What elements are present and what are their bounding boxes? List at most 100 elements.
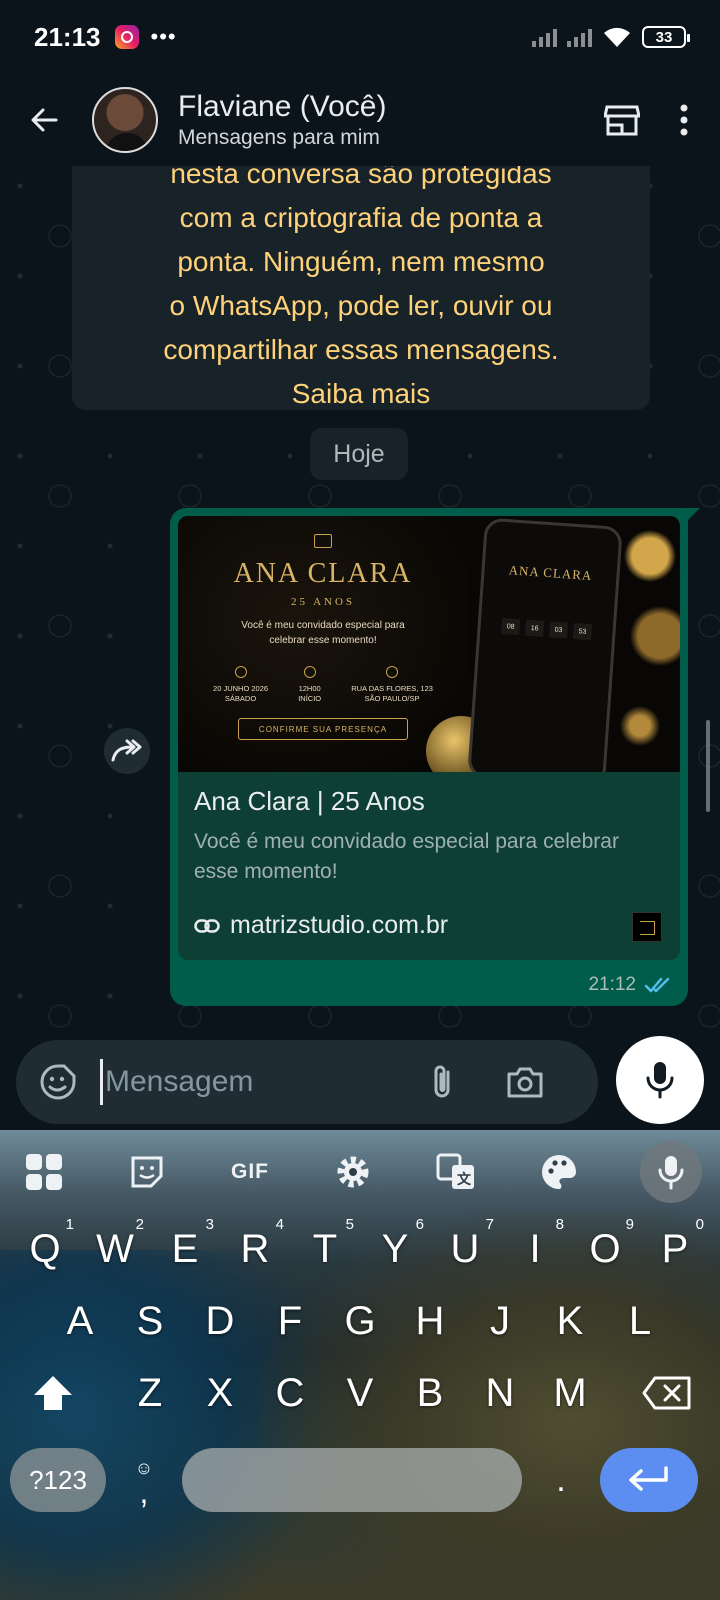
- gold-balloons-graphic: [610, 516, 680, 772]
- key-j[interactable]: J: [465, 1286, 535, 1356]
- key-n[interactable]: N: [465, 1358, 535, 1428]
- apps-grid-icon[interactable]: [22, 1150, 66, 1194]
- key-v[interactable]: V: [325, 1358, 395, 1428]
- outgoing-message-bubble[interactable]: ANA CLARA 25 ANOS Você é meu convidado e…: [170, 508, 700, 1006]
- camera-icon[interactable]: [505, 1064, 545, 1100]
- key-p[interactable]: P0: [640, 1214, 710, 1284]
- space-key[interactable]: [182, 1448, 522, 1512]
- avatar[interactable]: [92, 87, 158, 153]
- countdown-days: 08: [501, 617, 521, 636]
- key-z[interactable]: Z: [115, 1358, 185, 1428]
- period-key[interactable]: .: [522, 1448, 600, 1512]
- battery-level: 33: [655, 28, 673, 46]
- key-row-1: Q1W2E3R4T5Y6U7I8O9P0: [0, 1214, 720, 1284]
- key-i[interactable]: I8: [500, 1214, 570, 1284]
- key-number-hint: 2: [135, 1216, 144, 1233]
- key-row-3: ZXCVBNM: [0, 1358, 720, 1428]
- catalog-shop-icon[interactable]: [604, 103, 640, 137]
- link-domain[interactable]: matrizstudio.com.br: [230, 911, 448, 940]
- keyboard-voice-input-button[interactable]: [640, 1141, 702, 1203]
- key-a[interactable]: A: [45, 1286, 115, 1356]
- key-number-hint: 3: [205, 1216, 214, 1233]
- enter-key[interactable]: [600, 1448, 698, 1512]
- keyboard: GIF 文 Q1W2E3R4T5Y6U7I8O9P0 ASDFGHJKL ZXC…: [0, 1130, 720, 1600]
- key-number-hint: 5: [345, 1216, 354, 1233]
- chat-area[interactable]: nesta conversa são protegidas com a crip…: [0, 166, 720, 1040]
- key-b[interactable]: B: [395, 1358, 465, 1428]
- key-number-hint: 7: [485, 1216, 494, 1233]
- event-address: RUA DAS FLORES, 123: [351, 684, 433, 693]
- key-x[interactable]: X: [185, 1358, 255, 1428]
- key-d[interactable]: D: [185, 1286, 255, 1356]
- key-m[interactable]: M: [535, 1358, 605, 1428]
- key-k[interactable]: K: [535, 1286, 605, 1356]
- key-e[interactable]: E3: [150, 1214, 220, 1284]
- key-c[interactable]: C: [255, 1358, 325, 1428]
- instagram-notification-icon: [114, 25, 139, 49]
- composer: [0, 1036, 720, 1130]
- microphone-icon: [646, 1062, 674, 1099]
- enter-arrow-icon: [629, 1466, 668, 1491]
- key-label: X: [206, 1370, 234, 1415]
- key-u[interactable]: U7: [430, 1214, 500, 1284]
- key-row-4: ?123 ☺ , .: [0, 1434, 720, 1526]
- key-o[interactable]: O9: [570, 1214, 640, 1284]
- key-t[interactable]: T5: [290, 1214, 360, 1284]
- comma-key[interactable]: ☺ ,: [106, 1448, 182, 1512]
- contact-name: Flaviane (Você): [178, 90, 387, 123]
- link-url-row[interactable]: matrizstudio.com.br: [194, 911, 664, 940]
- key-number-hint: 1: [65, 1216, 74, 1233]
- shift-key[interactable]: [18, 1358, 88, 1428]
- link-preview-image[interactable]: ANA CLARA 25 ANOS Você é meu convidado e…: [178, 516, 680, 772]
- settings-gear-icon[interactable]: [331, 1150, 375, 1194]
- theme-palette-icon[interactable]: [537, 1150, 581, 1194]
- key-r[interactable]: R4: [220, 1214, 290, 1284]
- key-w[interactable]: W2: [80, 1214, 150, 1284]
- key-label: V: [346, 1370, 374, 1415]
- sticker-emoji-icon[interactable]: [38, 1062, 78, 1102]
- key-y[interactable]: Y6: [360, 1214, 430, 1284]
- event-date-value: 20 JUNHO 2026: [213, 684, 269, 693]
- backspace-key[interactable]: [632, 1358, 702, 1428]
- link-preview-card[interactable]: ANA CLARA 25 ANOS Você é meu convidado e…: [178, 516, 680, 960]
- more-options-icon[interactable]: [666, 102, 702, 138]
- gif-button[interactable]: GIF: [228, 1150, 272, 1194]
- key-label: N: [485, 1370, 515, 1415]
- encryption-notice[interactable]: nesta conversa são protegidas com a crip…: [72, 166, 650, 410]
- key-f[interactable]: F: [255, 1286, 325, 1356]
- voice-message-button[interactable]: [616, 1036, 704, 1124]
- back-arrow-icon[interactable]: [28, 104, 60, 136]
- chat-header: Flaviane (Você) Mensagens para mim: [0, 74, 720, 166]
- link-preview-text[interactable]: Ana Clara | 25 Anos Você é meu convidado…: [178, 772, 680, 940]
- forward-icon: [111, 739, 142, 762]
- attach-clip-icon[interactable]: [427, 1062, 459, 1102]
- key-g[interactable]: G: [325, 1286, 395, 1356]
- key-h[interactable]: H: [395, 1286, 465, 1356]
- key-label: O: [589, 1226, 621, 1271]
- message-input[interactable]: [105, 1065, 425, 1099]
- contact-subtitle: Mensagens para mim: [178, 126, 380, 149]
- more-notifications-icon: •••: [150, 24, 177, 49]
- svg-text:文: 文: [457, 1171, 472, 1188]
- sticker-icon[interactable]: [125, 1150, 169, 1194]
- chat-scrollbar[interactable]: [706, 720, 710, 812]
- key-label: T: [312, 1226, 338, 1271]
- symbols-key[interactable]: ?123: [10, 1448, 106, 1512]
- key-label: F: [277, 1298, 303, 1343]
- key-label: Z: [137, 1370, 163, 1415]
- forward-button[interactable]: [104, 728, 150, 774]
- learn-more-link[interactable]: Saiba mais: [72, 372, 650, 416]
- key-number-hint: 8: [555, 1216, 564, 1233]
- calendar-icon: [234, 666, 247, 678]
- contact-info[interactable]: Flaviane (Você) Mensagens para mim: [178, 90, 386, 150]
- key-s[interactable]: S: [115, 1286, 185, 1356]
- wifi-icon: [604, 27, 630, 47]
- translate-icon[interactable]: 文: [434, 1150, 478, 1194]
- message-input-bar[interactable]: [16, 1040, 598, 1124]
- key-q[interactable]: Q1: [10, 1214, 80, 1284]
- key-l[interactable]: L: [605, 1286, 675, 1356]
- battery-icon: 33: [642, 26, 690, 48]
- event-hour-label: INÍCIO: [298, 694, 322, 703]
- status-bar: 21:13 ••• 33: [0, 0, 720, 74]
- read-ticks-icon: [644, 977, 670, 993]
